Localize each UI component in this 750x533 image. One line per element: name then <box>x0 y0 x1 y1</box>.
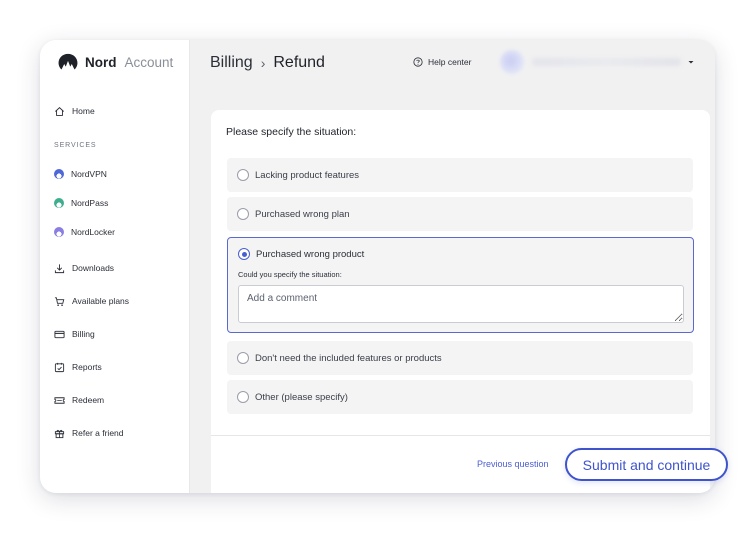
refund-form-card: Please specify the situation: Lacking pr… <box>211 110 710 493</box>
radio-button-checked[interactable] <box>238 248 250 260</box>
help-center-link[interactable]: Help center <box>413 56 471 68</box>
help-icon <box>413 57 423 67</box>
sidebar-item-redeem[interactable]: Redeem <box>54 393 104 407</box>
divider <box>211 435 710 436</box>
breadcrumb: Billing › Refund <box>210 53 325 73</box>
sidebar-item-label: NordVPN <box>71 169 107 179</box>
breadcrumb-billing[interactable]: Billing <box>210 54 253 72</box>
page-title: Refund <box>273 54 325 71</box>
sidebar-item-label: Redeem <box>72 395 105 405</box>
breadcrumb-separator: › <box>260 55 266 71</box>
brand-subtitle: Account <box>124 54 174 70</box>
radio-button[interactable] <box>237 391 249 403</box>
gift-icon <box>54 429 65 438</box>
option-wrong-plan[interactable]: Purchased wrong plan <box>227 197 693 231</box>
option-dont-need-features[interactable]: Don't need the included features or prod… <box>227 341 693 375</box>
sidebar-item-label: Reports <box>72 362 102 372</box>
download-icon <box>54 263 65 273</box>
submit-and-continue-button[interactable]: Submit and continue <box>565 448 728 481</box>
avatar <box>500 50 524 74</box>
brand-name: Nord <box>85 54 117 70</box>
radio-button[interactable] <box>237 208 249 220</box>
sidebar-item-nordpass[interactable]: NordPass <box>54 196 108 210</box>
option-label: Purchased wrong product <box>256 248 365 260</box>
home-icon <box>55 106 64 116</box>
option-lacking-features[interactable]: Lacking product features <box>227 158 693 192</box>
sidebar-item-available-plans[interactable]: Available plans <box>54 294 129 308</box>
sidebar-item-label: Billing <box>72 329 95 339</box>
sidebar-item-label: NordPass <box>71 198 109 208</box>
app-window: Nord Account Home SERVICES NordVPN NordP… <box>40 40 715 493</box>
sidebar-item-label: NordLocker <box>71 227 115 237</box>
option-label: Purchased wrong plan <box>255 208 350 220</box>
nordvpn-icon <box>54 169 64 179</box>
option-row[interactable]: Purchased wrong product <box>238 248 364 260</box>
sidebar-item-label: Available plans <box>72 296 130 306</box>
radio-button[interactable] <box>237 352 249 364</box>
sidebar-item-billing[interactable]: Billing <box>54 327 95 341</box>
sidebar-item-nordlocker[interactable]: NordLocker <box>54 225 115 239</box>
comment-prompt: Could you specify the situation: <box>238 270 342 279</box>
sidebar-item-refer-a-friend[interactable]: Refer a friend <box>54 426 124 440</box>
credit-card-icon <box>54 330 65 338</box>
chevron-down-icon <box>688 61 694 64</box>
option-label: Don't need the included features or prod… <box>255 352 442 364</box>
nord-logo-icon <box>58 53 78 70</box>
services-section-label: SERVICES <box>54 142 97 149</box>
option-label: Lacking product features <box>255 169 360 181</box>
sidebar-item-home[interactable]: Home <box>54 104 95 118</box>
option-other[interactable]: Other (please specify) <box>227 380 693 414</box>
sidebar-item-reports[interactable]: Reports <box>54 360 102 374</box>
sidebar-item-label: Refer a friend <box>72 428 124 438</box>
help-center-label: Help center <box>428 57 472 67</box>
option-label: Other (please specify) <box>255 391 348 403</box>
sidebar-item-downloads[interactable]: Downloads <box>54 261 114 275</box>
ticket-icon <box>54 396 65 404</box>
account-email-redacted <box>531 58 682 66</box>
form-title: Please specify the situation: <box>226 126 357 138</box>
previous-question-link[interactable]: Previous question <box>477 459 549 469</box>
sidebar-item-nordvpn[interactable]: NordVPN <box>54 167 107 181</box>
comment-field[interactable] <box>238 285 684 323</box>
cart-icon <box>54 296 65 306</box>
nordpass-icon <box>54 198 64 208</box>
sidebar: Nord Account Home SERVICES NordVPN NordP… <box>40 40 190 493</box>
sidebar-item-label: Home <box>72 106 95 116</box>
radio-button[interactable] <box>237 169 249 181</box>
account-menu[interactable] <box>495 48 695 76</box>
sidebar-item-label: Downloads <box>72 263 115 273</box>
nordlocker-icon <box>54 227 64 237</box>
reports-icon <box>54 362 65 372</box>
brand-logo-group[interactable]: Nord Account <box>57 52 173 72</box>
option-wrong-product[interactable]: Purchased wrong product Could you specif… <box>227 237 694 333</box>
